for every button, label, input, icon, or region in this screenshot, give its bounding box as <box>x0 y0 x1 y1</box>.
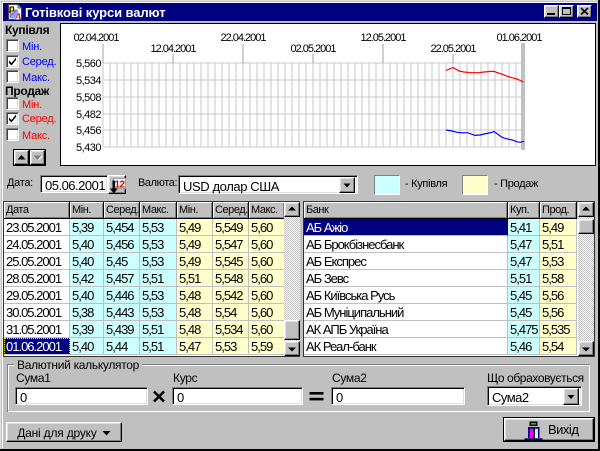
svg-text:12.05.2001: 12.05.2001 <box>360 32 406 44</box>
svg-text:01.06.2001: 01.06.2001 <box>496 32 542 44</box>
svg-text:5,430: 5,430 <box>76 142 101 154</box>
svg-text:22.05.2001: 22.05.2001 <box>430 43 476 55</box>
svg-text:5,482: 5,482 <box>76 109 101 121</box>
svg-text:02.04.2001: 02.04.2001 <box>73 32 119 44</box>
svg-text:5,456: 5,456 <box>76 125 101 137</box>
svg-text:A: A <box>14 13 21 20</box>
svg-text:02.05.2001: 02.05.2001 <box>290 43 336 55</box>
svg-text:5,534: 5,534 <box>76 75 101 87</box>
svg-text:5,560: 5,560 <box>76 58 101 70</box>
svg-text:22.04.2001: 22.04.2001 <box>220 32 266 44</box>
svg-text:12.04.2001: 12.04.2001 <box>150 43 196 55</box>
svg-text:5,508: 5,508 <box>76 92 101 104</box>
